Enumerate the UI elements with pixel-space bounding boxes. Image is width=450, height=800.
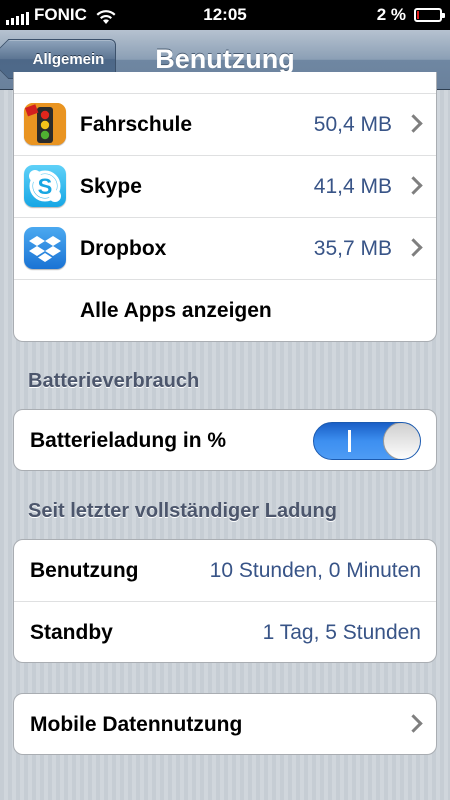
back-button-label: Allgemein — [32, 50, 105, 68]
usage-value: 10 Stunden, 0 Minuten — [209, 558, 421, 582]
list-item-dropbox[interactable]: Dropbox 35,7 MB — [14, 218, 436, 280]
show-all-apps-button[interactable]: Alle Apps anzeigen — [14, 280, 436, 341]
standby-label: Standby — [30, 621, 113, 644]
app-name: Skype — [80, 174, 142, 198]
skype-icon: S — [24, 165, 66, 207]
chevron-right-icon — [404, 238, 423, 257]
battery-percentage-toggle[interactable] — [313, 422, 421, 460]
usage-time-row: Benutzung 10 Stunden, 0 Minuten — [14, 540, 436, 602]
status-bar-right: 2 % — [376, 5, 445, 25]
app-size: 50,4 MB — [313, 112, 392, 136]
app-size: 41,4 MB — [313, 174, 392, 198]
battery-percentage-label: Batterieladung in % — [30, 429, 227, 452]
status-bar: FONIC 12:05 2 % — [0, 0, 450, 30]
since-charge-group: Benutzung 10 Stunden, 0 Minuten Standby … — [13, 539, 437, 663]
app-name: Dropbox — [80, 236, 167, 260]
battery-settings-group: Batterieladung in % — [13, 409, 437, 471]
standby-value: 1 Tag, 5 Stunden — [262, 621, 421, 644]
list-item-fahrschule[interactable]: Fahrschule 50,4 MB — [14, 94, 436, 156]
app-size: 35,7 MB — [313, 236, 392, 260]
battery-icon — [414, 8, 445, 22]
app-usage-list: Fahrschule 50,4 MB S Skype 41,4 MB Dropb… — [13, 72, 437, 342]
battery-level-fill — [417, 11, 419, 19]
traffic-light-icon — [24, 103, 66, 145]
list-item-skype[interactable]: S Skype 41,4 MB — [14, 156, 436, 218]
mobile-data-group: Mobile Datennutzung — [13, 693, 437, 755]
toggle-knob — [383, 423, 420, 459]
battery-percentage-row: Batterieladung in % — [14, 410, 436, 470]
section-header-battery: Batterieverbrauch — [28, 370, 200, 392]
toggle-on-indicator — [348, 430, 351, 452]
section-header-since-charge: Seit letzter vollständiger Ladung — [28, 500, 337, 522]
mobile-data-row[interactable]: Mobile Datennutzung — [14, 694, 436, 754]
battery-percentage: 2 % — [376, 5, 406, 24]
chevron-right-icon — [404, 714, 423, 733]
usage-label: Benutzung — [30, 558, 139, 582]
mobile-data-label: Mobile Datennutzung — [30, 713, 243, 736]
previous-list-item — [14, 72, 436, 94]
chevron-right-icon — [404, 114, 423, 133]
show-all-apps-label: Alle Apps anzeigen — [80, 299, 272, 322]
app-name: Fahrschule — [80, 112, 193, 136]
svg-text:S: S — [38, 174, 53, 199]
chevron-right-icon — [404, 176, 423, 195]
standby-time-row: Standby 1 Tag, 5 Stunden — [14, 602, 436, 662]
dropbox-icon — [24, 227, 66, 269]
